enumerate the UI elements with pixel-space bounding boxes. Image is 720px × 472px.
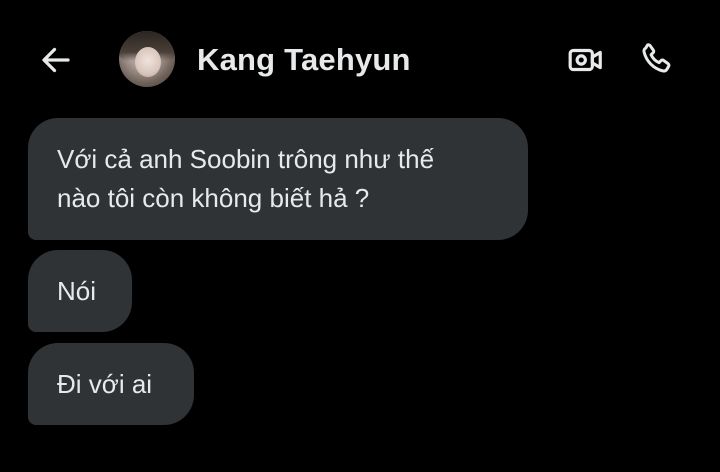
- chat-header: Kang Taehyun: [0, 0, 720, 118]
- avatar-face: [135, 47, 161, 77]
- video-call-icon: [568, 48, 602, 72]
- contact-name[interactable]: Kang Taehyun: [197, 40, 411, 80]
- message-list: Với cả anh Soobin trông như thế nào tôi …: [0, 118, 720, 472]
- message-bubble[interactable]: Với cả anh Soobin trông như thế nào tôi …: [28, 118, 528, 240]
- arrow-left-icon: [42, 47, 70, 73]
- back-button[interactable]: [36, 40, 76, 80]
- message-bubble[interactable]: Nói: [28, 250, 132, 332]
- message-bubble[interactable]: Đi với ai: [28, 343, 194, 425]
- phone-call-button[interactable]: [636, 39, 676, 79]
- phone-icon: [642, 43, 671, 73]
- video-call-button[interactable]: [566, 40, 606, 80]
- avatar[interactable]: [119, 31, 175, 87]
